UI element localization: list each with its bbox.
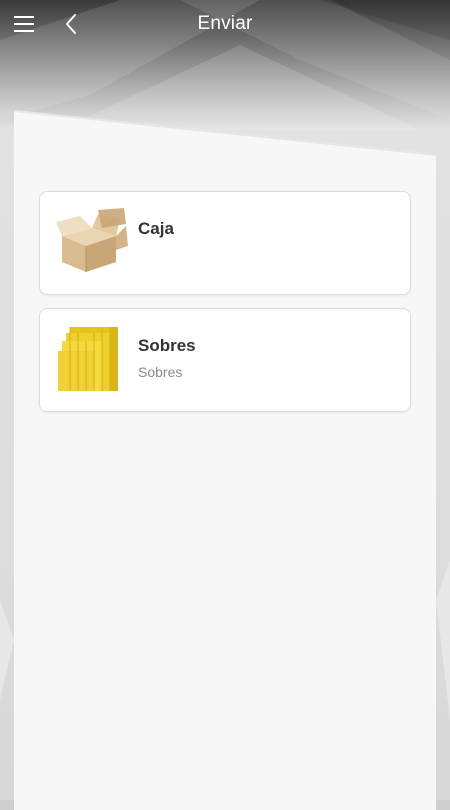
app-header: Enviar — [0, 0, 450, 48]
list-item-sobres[interactable]: Sobres Sobres — [39, 308, 411, 412]
list-item-caja[interactable]: Caja — [39, 191, 411, 295]
item-title: Sobres — [138, 336, 196, 355]
page-title: Enviar — [197, 13, 253, 34]
cardboard-box-image — [56, 208, 128, 272]
padded-envelopes-image — [58, 327, 118, 391]
item-subtitle: Sobres — [138, 364, 183, 380]
item-title: Caja — [138, 219, 174, 238]
